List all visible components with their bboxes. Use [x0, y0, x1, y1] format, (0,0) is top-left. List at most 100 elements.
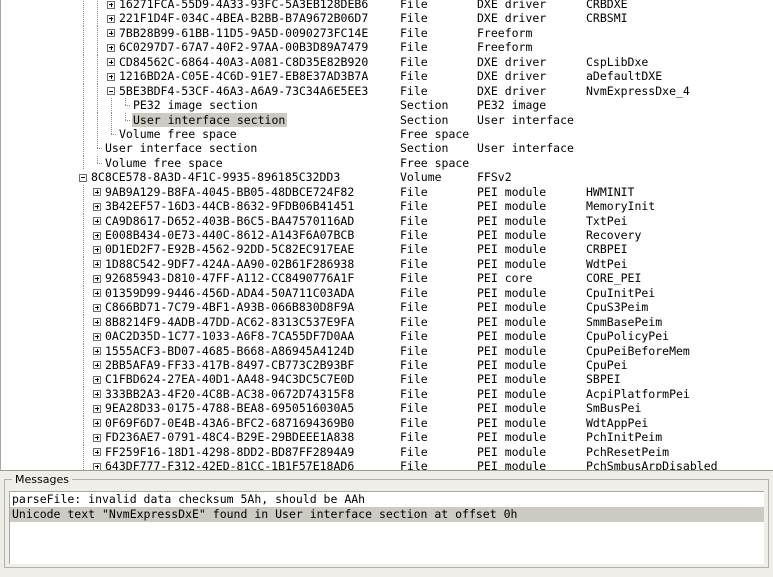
tree-row[interactable]: 1D88C542-9DF7-424A-AA90-02B61F286938 File… — [1, 256, 773, 272]
tree-expand-icon[interactable] — [93, 303, 101, 312]
tree-row[interactable]: 9EA28D33-0175-4788-BEA8-6950516030A5 File… — [1, 401, 773, 416]
tree-item-name: 9EA28D33-0175-4788-BEA8-6950516030A5 — [105, 401, 355, 416]
tree-row[interactable]: 333BB2A3-4F20-4C8B-AC38-0672D74315F8 File… — [1, 386, 773, 402]
tree-row[interactable]: User interface section Section User interf… — [1, 112, 773, 127]
tree-row[interactable]: 0D1ED2F7-E92B-4562-92DD-5C82EC917EAE File… — [1, 242, 773, 257]
tree-item-name: 643DF777-F312-42ED-81CC-1B1F57E18AD6 — [105, 459, 355, 470]
tree-row[interactable]: 92685943-D810-47FF-A112-CC8490776A1F File… — [1, 271, 773, 286]
tree-expand-icon[interactable] — [93, 274, 101, 283]
tree-item-subtype: Freeform — [477, 25, 533, 40]
tree-expand-icon[interactable] — [93, 404, 101, 413]
tree-item-type: File — [400, 0, 428, 11]
tree-expand-icon[interactable] — [93, 217, 101, 226]
tree-row[interactable]: PE32 image section Section PE32 image — [1, 98, 773, 113]
tree-item-subtype: PEI module — [477, 386, 547, 401]
tree-row[interactable]: 8B8214F9-4ADB-47DD-AC62-8313C537E9FA File… — [1, 314, 773, 330]
tree-expand-icon[interactable] — [93, 347, 101, 355]
tree-row[interactable]: C866BD71-7C79-4BF1-A93B-066B830D8F9A File… — [1, 300, 773, 315]
tree-collapse-icon[interactable] — [107, 87, 115, 96]
tree-row[interactable]: User interface section Section User interf… — [1, 141, 773, 156]
tree-collapse-icon[interactable] — [79, 173, 87, 182]
tree-row[interactable]: C1FBD624-27EA-40D1-AA48-94C3DC5C7E0D File… — [1, 372, 773, 387]
tree-expand-icon[interactable] — [93, 361, 101, 370]
tree-item-name: FD236AE7-0791-48C4-B29E-29BDEEE1A838 — [105, 430, 355, 445]
firmware-tree-view[interactable]: 16271FCA-55D9-4A33-93FC-5A3EB128DEB6 File… — [0, 0, 773, 470]
message-row[interactable]: parseFile: invalid data checksum 5Ah, sh… — [10, 492, 764, 507]
tree-row[interactable]: FF259F16-18D1-4298-8DD2-BD87FF2894A9 File… — [1, 444, 773, 459]
tree-row[interactable]: Volume free space Free space — [1, 155, 773, 171]
panel-splitter[interactable] — [0, 470, 773, 479]
tree-row[interactable]: CD84562C-6864-40A3-A081-C8D35E82B920 File… — [1, 54, 773, 70]
tree-item-type: Section — [400, 112, 449, 127]
tree-row[interactable]: CA9D8617-D652-403B-B6C5-BA47570116AD File… — [1, 213, 773, 228]
tree-expand-icon[interactable] — [107, 72, 115, 81]
tree-item-text: TxtPei — [586, 213, 628, 228]
tree-row[interactable]: 0AC2D35D-1C77-1033-A6F8-7CA55DF7D0AA File… — [1, 329, 773, 344]
tree-expand-icon[interactable] — [93, 318, 101, 327]
tree-expand-icon[interactable] — [93, 332, 101, 341]
tree-expand-icon[interactable] — [93, 448, 101, 457]
tree-expand-icon[interactable] — [107, 58, 115, 67]
tree-item-text: CpuInitPei — [586, 285, 656, 300]
tree-row[interactable]: E008B434-0E73-440C-8612-A143F6A07BCB File… — [1, 228, 773, 243]
tree-guide-line — [97, 11, 98, 26]
tree-item-type: File — [400, 415, 428, 430]
tree-item-name: 1D88C542-9DF7-424A-AA90-02B61F286938 — [105, 256, 355, 271]
tree-elbow-connector — [97, 141, 102, 150]
tree-item-subtype: PEI module — [477, 300, 547, 315]
message-row[interactable]: Unicode text "NvmExpressDxE" found in Us… — [10, 507, 764, 522]
tree-expand-icon[interactable] — [107, 14, 115, 23]
tree-expand-icon[interactable] — [93, 245, 101, 254]
tree-guide-line — [97, 0, 98, 12]
tree-expand-icon[interactable] — [107, 43, 115, 52]
tree-row[interactable]: 9AB9A129-B8FA-4045-BB05-48DBCE724F82 File… — [1, 184, 773, 200]
tree-row[interactable]: 6C0297D7-67A7-40F2-97AA-00B3D89A7479 File… — [1, 40, 773, 55]
tree-row[interactable]: FD236AE7-0791-48C4-B29E-29BDEEE1A838 File… — [1, 430, 773, 445]
tree-item-name: PE32 image section — [133, 98, 258, 113]
tree-item-text: Recovery — [586, 228, 642, 242]
tree-expand-icon[interactable] — [93, 433, 101, 442]
tree-guide-line — [83, 256, 84, 272]
tree-row[interactable]: 0F69F6D7-0E4B-43A6-BFC2-6871694369B0 File… — [1, 415, 773, 431]
tree-row[interactable]: 221F1D4F-034C-4BEA-B2BB-B7A9672B06D7 File… — [1, 11, 773, 26]
tree-item-name: 0AC2D35D-1C77-1033-A6F8-7CA55DF7D0AA — [105, 329, 355, 344]
tree-item-subtype: User interface — [477, 112, 574, 127]
tree-row[interactable]: 643DF777-F312-42ED-81CC-1B1F57E18AD6 File… — [1, 459, 773, 470]
tree-expand-icon[interactable] — [93, 462, 101, 470]
tree-item-subtype: PEI module — [477, 228, 547, 242]
tree-item-subtype: User interface — [477, 141, 574, 156]
tree-expand-icon[interactable] — [107, 0, 115, 9]
tree-guide-line — [83, 184, 84, 200]
tree-row[interactable]: 7BB28B99-61BB-11D5-9A5D-0090273FC14E File… — [1, 25, 773, 41]
tree-item-subtype: PEI module — [477, 343, 547, 358]
tree-item-type: File — [400, 69, 428, 84]
tree-guide-line — [83, 242, 84, 257]
tree-expand-icon[interactable] — [93, 188, 101, 197]
tree-row[interactable]: 2BB5AFA9-FF33-417B-8497-CB773C2B93BF File… — [1, 357, 773, 373]
tree-row[interactable]: 3B42EF57-16D3-44CB-8632-9FDB06B41451 File… — [1, 199, 773, 214]
tree-row[interactable]: 16271FCA-55D9-4A33-93FC-5A3EB128DEB6 File… — [1, 0, 773, 12]
tree-expand-icon[interactable] — [107, 29, 115, 38]
tree-guide-line — [97, 54, 98, 70]
tree-expand-icon[interactable] — [93, 390, 101, 399]
tree-item-subtype: Freeform — [477, 40, 533, 55]
tree-row[interactable]: 8C8CE578-8A3D-4F1C-9935-896185C32DD3 Volu… — [1, 170, 773, 184]
tree-row-container: 16271FCA-55D9-4A33-93FC-5A3EB128DEB6 File… — [1, 0, 773, 470]
tree-item-subtype: PEI module — [477, 401, 547, 416]
messages-list[interactable]: parseFile: invalid data checksum 5Ah, sh… — [9, 491, 764, 564]
tree-expand-icon[interactable] — [93, 375, 101, 384]
tree-expand-icon[interactable] — [93, 289, 101, 298]
tree-expand-icon[interactable] — [93, 231, 101, 240]
tree-row[interactable]: 01359D99-9446-456D-ADA4-50A711C03ADA File… — [1, 285, 773, 301]
tree-row[interactable]: 1555ACF3-BD07-4685-B668-A86945A4124D File… — [1, 343, 773, 358]
tree-row[interactable]: Volume free space Free space — [1, 126, 773, 142]
tree-item-type: File — [400, 11, 428, 26]
tree-row[interactable]: 1216BD2A-C05E-4C6D-91E7-EB8E37AD3B7A File… — [1, 69, 773, 84]
tree-expand-icon[interactable] — [93, 260, 101, 269]
tree-guide-line — [83, 415, 84, 431]
tree-item-name: E008B434-0E73-440C-8612-A143F6A07BCB — [105, 228, 355, 242]
tree-elbow-connector — [97, 155, 102, 164]
tree-expand-icon[interactable] — [93, 419, 101, 428]
tree-row[interactable]: 5BE3BDF4-53CF-46A3-A6A9-73C34A6E5EE3 File… — [1, 83, 773, 99]
tree-expand-icon[interactable] — [93, 202, 101, 211]
